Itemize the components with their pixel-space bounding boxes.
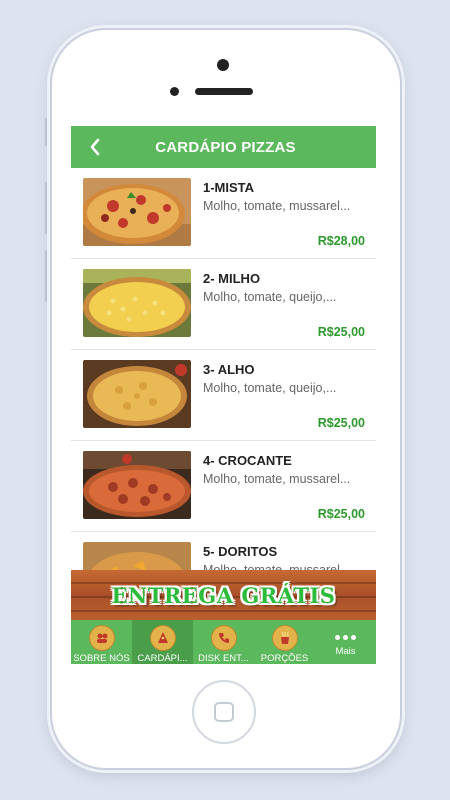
item-price: R$25,00 — [317, 325, 365, 339]
item-price: R$28,00 — [317, 234, 365, 248]
banner-text: ENTREGA GRÁTIS — [111, 582, 336, 608]
nav-item-disk-entrega[interactable]: DISK ENT... — [193, 620, 254, 664]
list-item[interactable]: 4- CROCANTE Molho, tomate, mussarel... R… — [71, 441, 376, 532]
pizza-image — [83, 360, 191, 428]
nav-item-porcoes[interactable]: PORÇÕES — [254, 620, 315, 664]
phone-icon — [210, 625, 237, 651]
nav-item-cardapio[interactable]: CARDÁPI... — [132, 620, 193, 664]
chevron-left-icon[interactable] — [83, 134, 107, 160]
fries-icon — [271, 625, 298, 651]
list-item[interactable]: 3- ALHO Molho, tomate, queijo,... R$25,0… — [71, 350, 376, 441]
proximity-sensor — [170, 87, 179, 96]
pizza-image — [83, 451, 191, 519]
item-description: Molho, tomate, mussarel... — [203, 199, 351, 213]
more-dots-icon — [335, 630, 356, 644]
item-description: Molho, tomate, queijo,... — [203, 290, 337, 304]
item-description: Molho, tomate, queijo,... — [203, 381, 337, 395]
item-name: 1-MISTA — [203, 180, 255, 195]
item-price: R$25,00 — [317, 416, 365, 430]
nav-label: SOBRE NÓS — [73, 653, 130, 664]
page-title: CARDÁPIO PIZZAS — [155, 138, 296, 156]
app-header: CARDÁPIO PIZZAS — [71, 126, 376, 168]
list-item[interactable]: 1-MISTA Molho, tomate, mussarel... R$28,… — [71, 168, 376, 259]
home-button[interactable] — [192, 680, 256, 744]
nav-label: CARDÁPI... — [137, 653, 188, 664]
item-name: 4- CROCANTE — [203, 453, 292, 468]
nav-label: PORÇÕES — [260, 653, 309, 664]
list-item[interactable]: 2- MILHO Molho, tomate, queijo,... R$25,… — [71, 259, 376, 350]
front-camera — [217, 59, 229, 71]
pizza-list: 1-MISTA Molho, tomate, mussarel... R$28,… — [71, 168, 376, 623]
pizza-image — [83, 269, 191, 337]
item-description: Molho, tomate, mussarel... — [203, 472, 351, 486]
earpiece-speaker — [195, 88, 253, 95]
pizza-slice-icon — [149, 625, 176, 651]
item-name: 5- DORITOS — [203, 544, 278, 559]
app-screen: CARDÁPIO PIZZAS 1-MISTA Molho, tomate, m — [71, 126, 376, 664]
bottom-navigation: SOBRE NÓS CARDÁPI... DISK ENT... PORÇÕES… — [71, 620, 376, 664]
item-price: R$25,00 — [317, 507, 365, 521]
item-name: 3- ALHO — [203, 362, 255, 377]
nav-item-sobre-nos[interactable]: SOBRE NÓS — [71, 620, 132, 664]
nav-label: DISK ENT... — [198, 653, 249, 664]
free-delivery-banner[interactable]: ENTREGA GRÁTIS — [71, 570, 376, 620]
nav-label: Mais — [335, 646, 356, 657]
home-square-icon — [214, 702, 234, 722]
item-name: 2- MILHO — [203, 271, 261, 286]
pizza-image — [83, 178, 191, 246]
people-icon — [88, 625, 115, 651]
nav-item-mais[interactable]: Mais — [315, 620, 376, 664]
